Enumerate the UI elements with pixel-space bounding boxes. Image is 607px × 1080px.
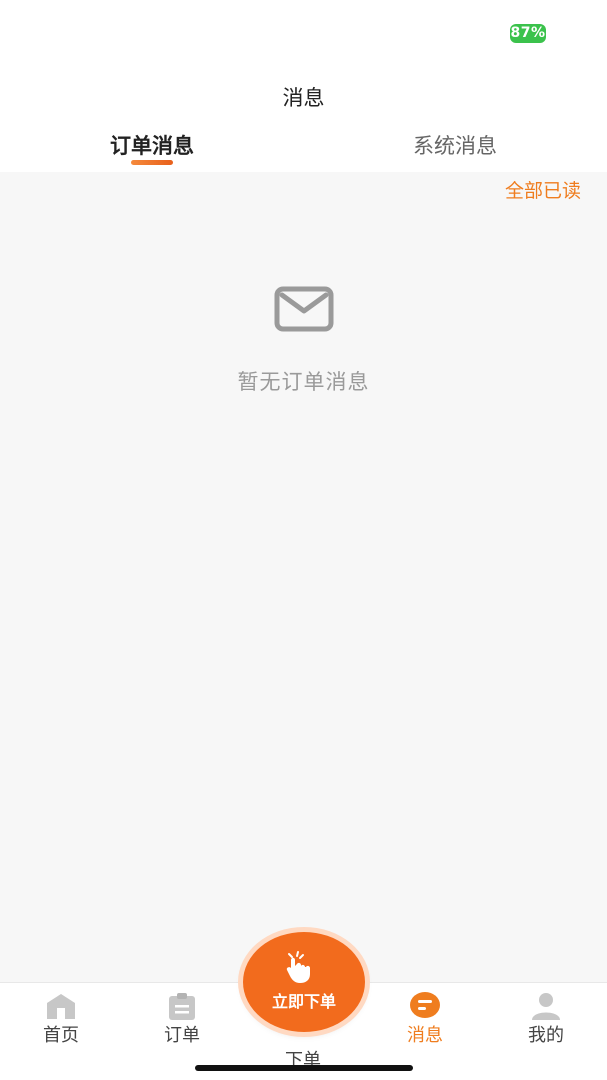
status-bar: 87%	[0, 0, 607, 64]
screen: 87% 消息 订单消息 系统消息 全部已读 暂无订单消息 首页 订单 消息 我的…	[0, 0, 607, 1080]
tab-system-messages[interactable]: 系统消息	[355, 130, 555, 160]
tab-messages-label: 消息	[407, 1025, 443, 1046]
hand-tap-icon	[286, 951, 310, 983]
tab-profile[interactable]: 我的	[506, 989, 586, 1049]
tab-orders[interactable]: 订单	[142, 989, 222, 1049]
place-order-label: 立即下单	[271, 992, 336, 1011]
empty-state-text: 暂无订单消息	[237, 370, 370, 394]
tab-home-label: 首页	[43, 1025, 79, 1046]
tab-order-messages[interactable]: 订单消息	[52, 130, 252, 160]
page-title: 消息	[282, 86, 325, 110]
home-icon	[47, 994, 75, 1019]
place-order-button[interactable]: 立即下单	[243, 932, 365, 1032]
message-tabs: 订单消息 系统消息	[0, 124, 607, 172]
user-icon	[532, 993, 560, 1020]
tab-profile-label: 我的	[528, 1025, 564, 1046]
nav-bar: 消息	[0, 64, 607, 124]
order-clipboard-icon	[169, 993, 195, 1020]
tab-messages[interactable]: 消息	[385, 989, 465, 1049]
mark-all-read-button[interactable]: 全部已读	[505, 176, 581, 203]
tab-home[interactable]: 首页	[21, 989, 101, 1049]
home-indicator	[195, 1065, 413, 1071]
chat-bubble-icon	[410, 992, 440, 1018]
tab-orders-label: 订单	[164, 1025, 200, 1046]
mail-icon	[274, 286, 334, 332]
battery-indicator: 87%	[510, 24, 546, 43]
active-tab-indicator	[131, 160, 173, 165]
